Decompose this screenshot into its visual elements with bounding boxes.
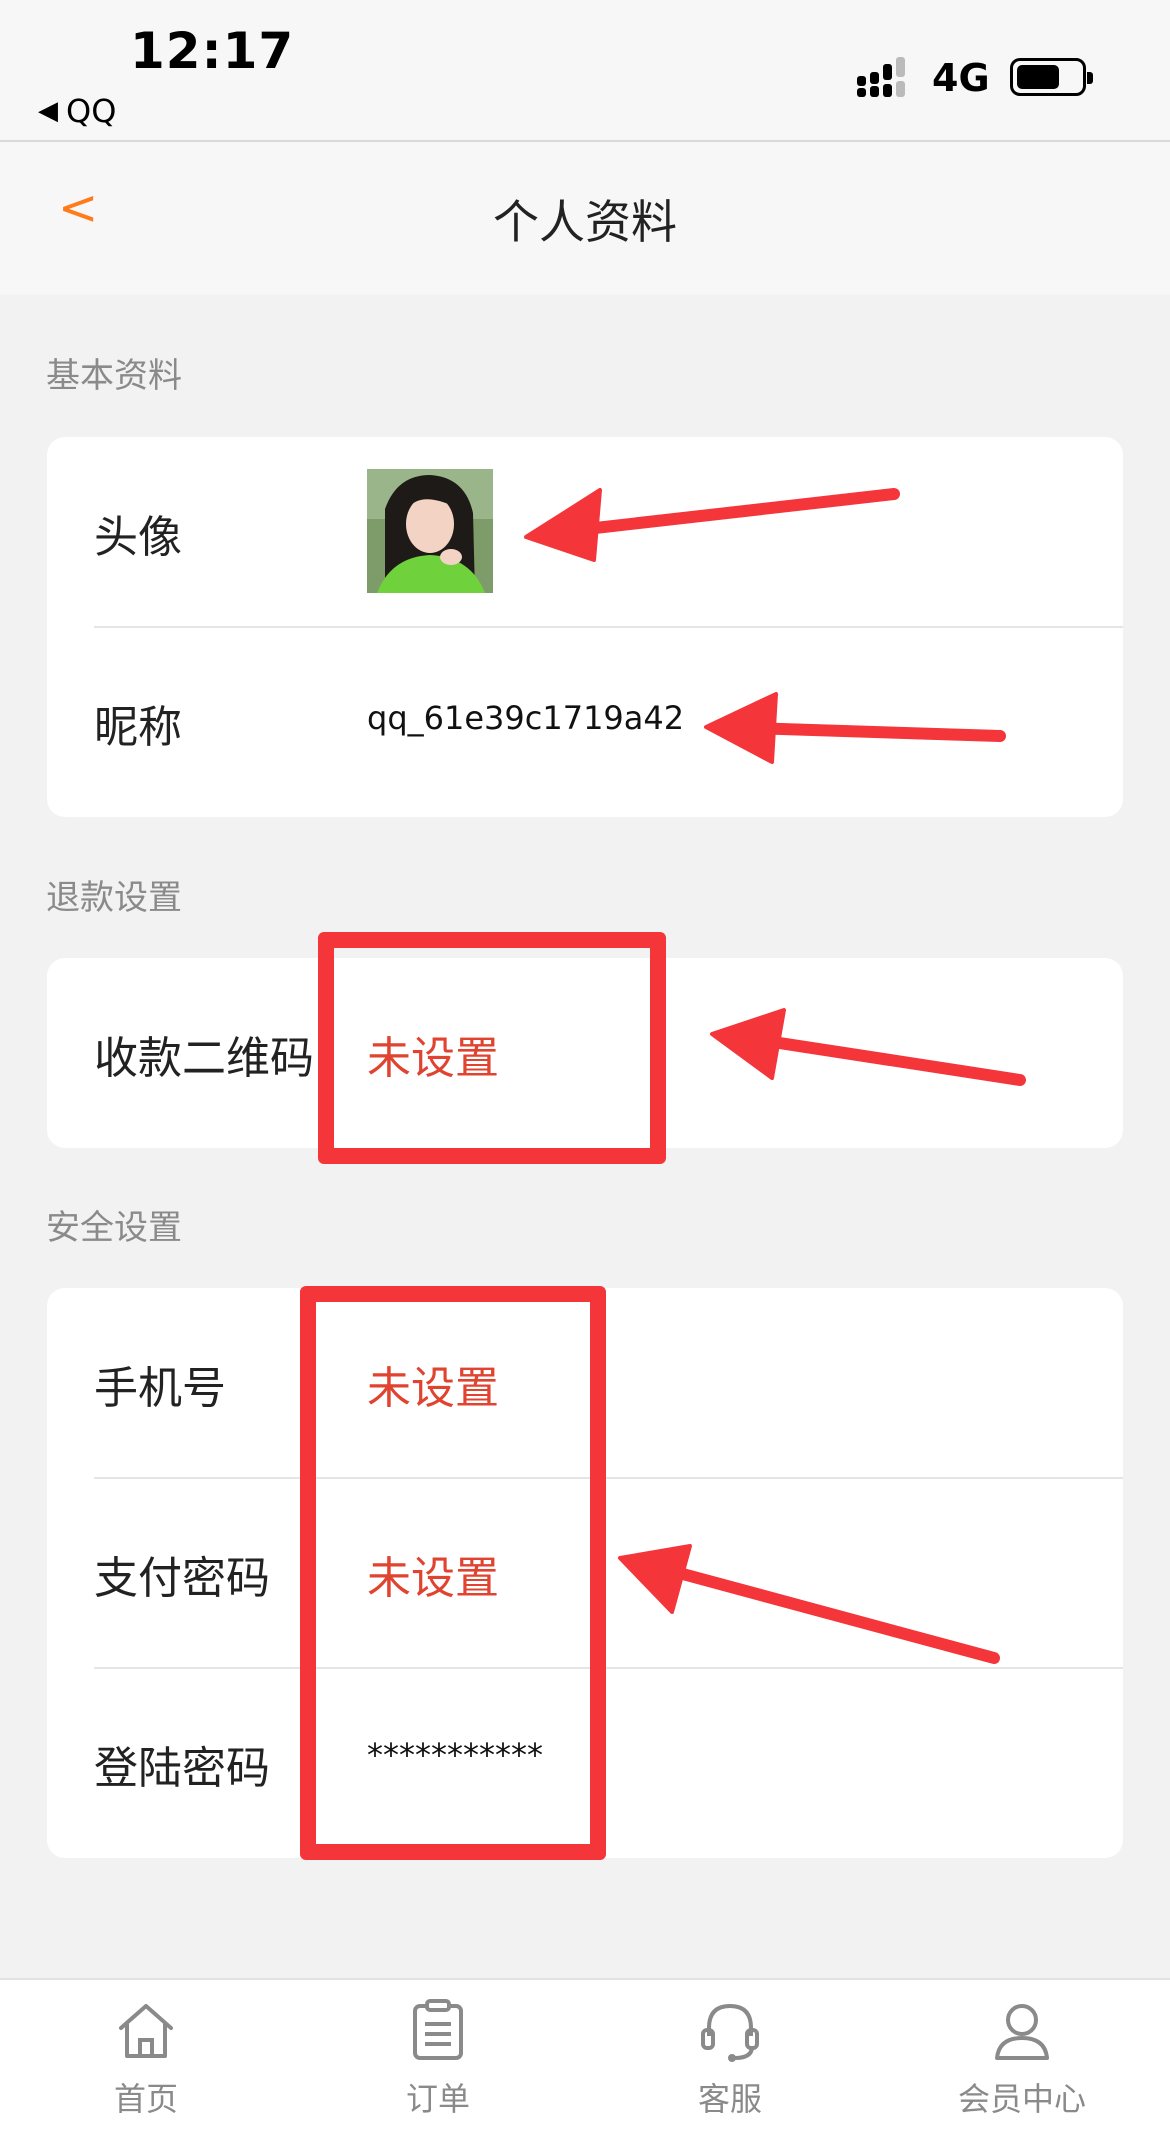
tab-member-center-label: 会员中心 [957,2080,1086,2118]
home-icon [119,2004,173,2058]
profile-page: 12:17 ◀ QQ 4G < 个人资料 基本资料 头像 昵称 qq_61e39… [0,0,1170,2130]
tab-home-label: 首页 [113,2080,178,2118]
tab-home[interactable]: 首页 [46,1998,246,2120]
tab-member-center[interactable]: 会员中心 [922,1998,1122,2120]
tab-bar: 首页 订单 客服 会员中心 [0,1978,1170,2130]
arrow-icon [524,488,900,562]
arrow-icon [710,1008,1026,1086]
arrow-icon [618,1544,1000,1664]
tab-orders[interactable]: 订单 [338,1998,538,2120]
arrow-icon [704,692,1006,764]
tab-service-label: 客服 [697,2080,762,2118]
clipboard-icon [413,1999,463,2060]
tab-service[interactable]: 客服 [630,1998,830,2120]
tab-orders-label: 订单 [405,2080,470,2118]
headset-icon [701,2003,759,2062]
annotation-arrows [524,488,1026,1664]
person-icon [995,2004,1049,2060]
